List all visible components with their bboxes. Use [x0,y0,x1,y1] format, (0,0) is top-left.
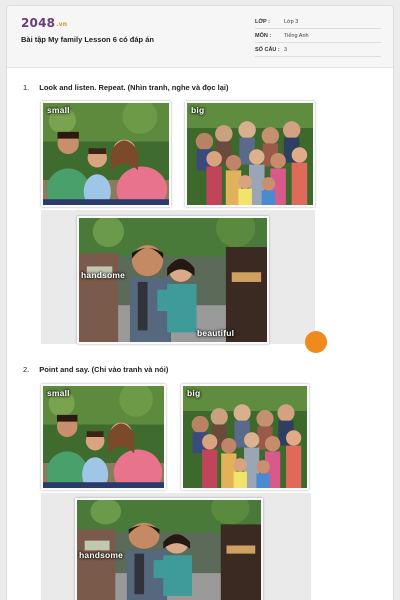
father-daughter-illustration [79,218,267,342]
orange-corner-decoration [305,331,327,353]
caption-handsome: handsome [81,270,126,280]
big-family-illustration-2 [183,386,307,488]
meta-value-subject: Tiếng Anh [284,33,309,39]
photo-big-family-2: big [181,384,309,490]
meta-label-question-count: SỐ CÂU : [255,47,280,53]
meta-label-subject: MÔN : [255,33,272,39]
small-family-illustration-2 [43,386,164,488]
question-2-number: 2. [23,365,30,374]
caption-big: big [191,105,205,115]
meta-value-class: Lớp 3 [284,19,299,25]
small-family-illustration [43,103,169,205]
logo-suffix: .vn [56,21,68,28]
photo-small-family: small [41,101,171,207]
document-title: Bài tập My family Lesson 6 có đáp án [21,35,154,44]
document-header: 2048.vn Bài tập My family Lesson 6 có đá… [7,6,393,68]
caption-handsome-2: handsome [79,550,124,560]
meta-value-question-count: 3 [284,47,288,53]
meta-label-class: LỚP : [255,19,270,25]
caption-small-2: small [47,388,70,398]
meta-row-class: LỚP : Lớp 3 [255,15,381,29]
big-family-illustration [187,103,313,205]
question-2-heading: 2. Point and say. (Chỉ vào tranh và nói) [23,365,168,374]
question-1-number: 1. [23,83,30,92]
question-2-title: Point and say. (Chỉ vào tranh và nói) [39,365,169,374]
site-logo[interactable]: 2048.vn [21,16,67,30]
caption-beautiful: beautiful [197,328,235,338]
caption-big-2: big [187,388,201,398]
photo-father-daughter: handsome beautiful [77,216,269,344]
photo-small-family-2: small [41,384,166,490]
document-page: 2048.vn Bài tập My family Lesson 6 có đá… [6,5,394,600]
caption-small: small [47,105,70,115]
meta-row-question-count: SỐ CÂU : 3 [255,43,381,57]
question-1-title: Look and listen. Repeat. (Nhìn tranh, ng… [39,83,229,92]
logo-text: 2048 [21,16,56,30]
photo-father-daughter-2: handsome [75,498,263,600]
meta-row-subject: MÔN : Tiếng Anh [255,29,381,43]
question-1-heading: 1. Look and listen. Repeat. (Nhìn tranh, … [23,83,228,92]
photo-big-family: big [185,101,315,207]
